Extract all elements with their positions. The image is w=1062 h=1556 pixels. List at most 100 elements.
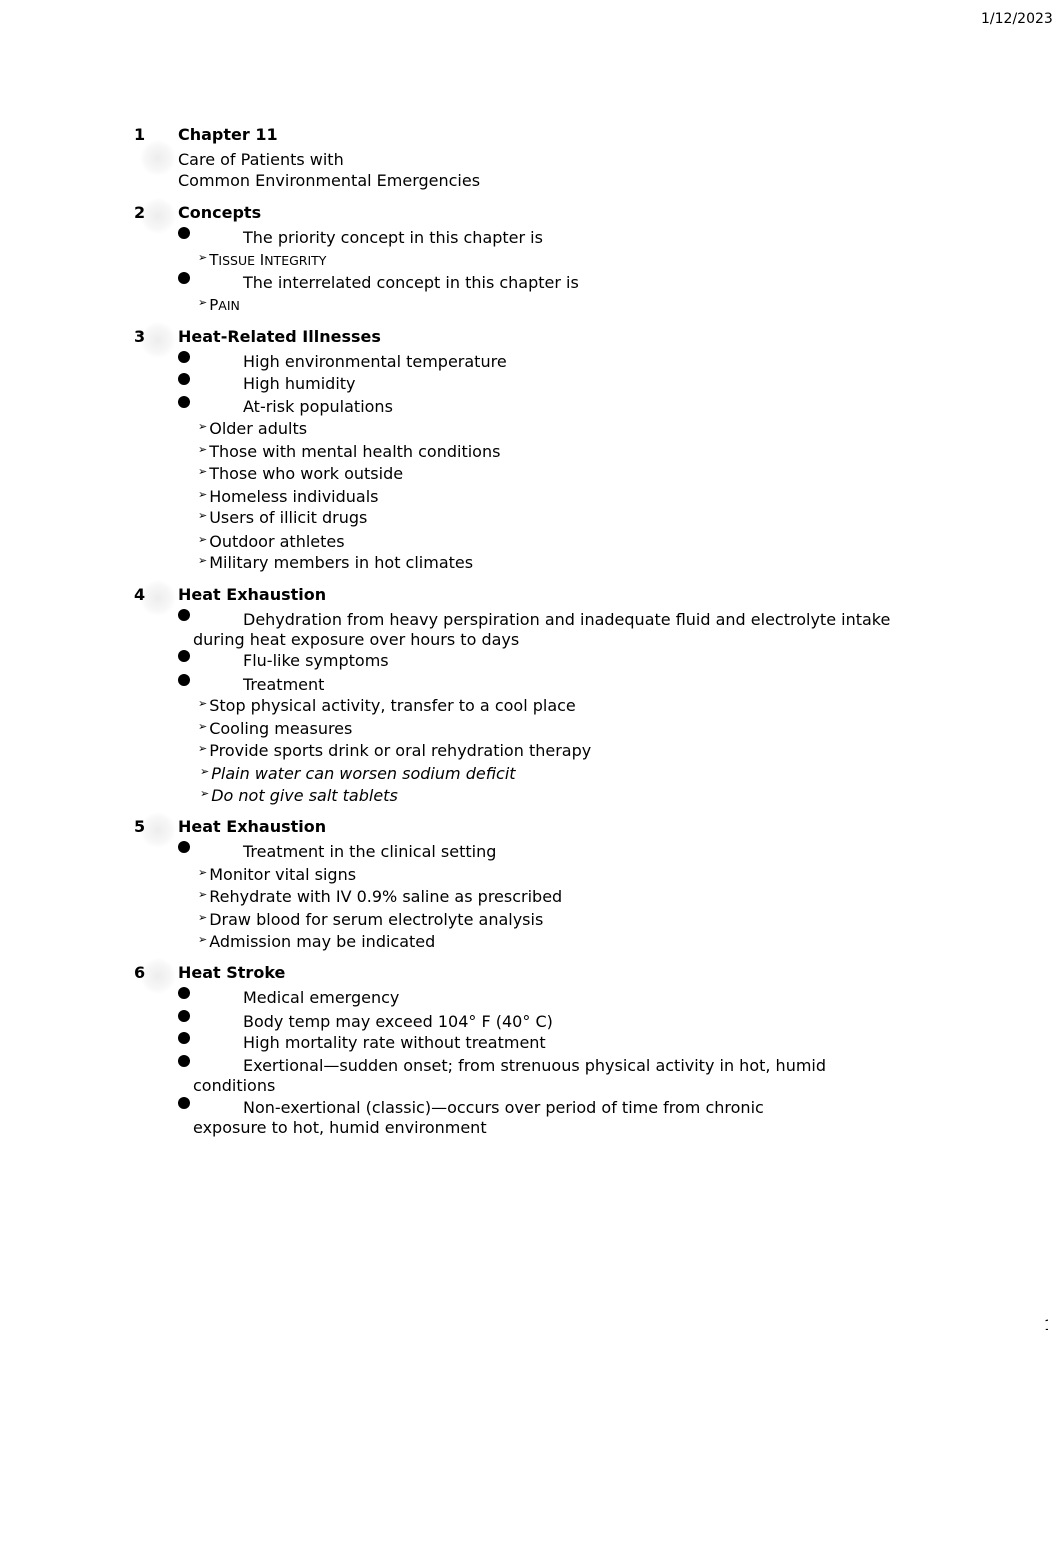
sub-bullet: ➢ TISSUE INTEGRITY xyxy=(198,250,326,269)
slide-thumbnail-shadow xyxy=(140,580,176,616)
sub-bullet-text: Do not give salt tablets xyxy=(211,786,398,805)
sub-bullet: ➢ Military members in hot climates xyxy=(198,553,473,572)
sub-bullet-text: Provide sports drink or oral rehydration… xyxy=(209,741,592,760)
sub-bullet: ➢ Users of illicit drugs xyxy=(198,508,367,527)
slide-number: 3 xyxy=(134,327,146,346)
arrow-bullet-icon: ➢ xyxy=(198,888,208,901)
arrow-bullet-icon: ➢ xyxy=(198,251,208,264)
arrow-bullet-icon: ➢ xyxy=(198,866,208,879)
arrow-bullet-icon: ➢ xyxy=(198,697,208,710)
arrow-bullet-icon: ➢ xyxy=(198,554,208,567)
arrow-bullet-icon: ➢ xyxy=(198,296,208,309)
bullet-text: At-risk populations xyxy=(243,397,393,416)
bullet-icon xyxy=(178,650,190,662)
arrow-bullet-icon: ➢ xyxy=(198,933,208,946)
bullet-text: The interrelated concept in this chapter… xyxy=(243,273,579,292)
sub-bullet: ➢ PAIN xyxy=(198,295,240,314)
arrow-bullet-icon: ➢ xyxy=(198,911,208,924)
sub-bullet: ➢ Homeless individuals xyxy=(198,487,379,506)
sub-bullet-text: Homeless individuals xyxy=(209,487,379,506)
sub-bullet-note: ➢ Do not give salt tablets xyxy=(200,786,398,805)
sub-bullet: ➢ Outdoor athletes xyxy=(198,532,345,551)
slide-thumbnail-shadow xyxy=(140,958,176,994)
sub-bullet-text: Those with mental health conditions xyxy=(209,442,501,461)
arrow-bullet-icon: ➢ xyxy=(198,742,208,755)
slide-thumbnail-shadow xyxy=(140,198,176,234)
sub-bullet: ➢ Draw blood for serum electrolyte analys… xyxy=(198,910,543,929)
bullet-text: Body temp may exceed 104° F (40° C) xyxy=(243,1012,553,1031)
bullet-text: Medical emergency xyxy=(243,988,400,1007)
bullet-icon xyxy=(178,841,190,853)
bullet-text: High environmental temperature xyxy=(243,352,507,371)
sub-bullet-text: Plain water can worsen sodium deficit xyxy=(211,764,516,783)
slide-number: 1 xyxy=(134,125,146,144)
bullet-text: The priority concept in this chapter is xyxy=(243,228,543,247)
sub-bullet: ➢ Rehydrate with IV 0.9% saline as prescr… xyxy=(198,887,562,906)
sub-bullet: ➢ Older adults xyxy=(198,419,307,438)
sub-bullet: ➢ Cooling measures xyxy=(198,719,352,738)
sub-bullet-text: Military members in hot climates xyxy=(209,553,474,572)
bullet-text: Non-exertional (classic)—occurs over per… xyxy=(193,1098,764,1137)
sub-bullet: ➢ Those who work outside xyxy=(198,464,403,483)
slide-thumbnail-shadow xyxy=(140,812,176,848)
arrow-bullet-icon: ➢ xyxy=(198,720,208,733)
sub-bullet-text: Those who work outside xyxy=(209,464,404,483)
bullet-text: High mortality rate without treatment xyxy=(243,1033,546,1052)
bullet-icon xyxy=(178,272,190,284)
bullet-text: Flu-like symptoms xyxy=(243,651,389,670)
arrow-bullet-icon: ➢ xyxy=(200,765,210,778)
bullet-icon xyxy=(178,227,190,239)
slide-title: Heat Stroke xyxy=(178,963,286,982)
bullet-icon xyxy=(178,1032,190,1044)
bullet-icon xyxy=(178,987,190,999)
slide-title: Heat Exhaustion xyxy=(178,817,327,836)
sub-bullet: ➢ Monitor vital signs xyxy=(198,865,356,884)
arrow-bullet-icon: ➢ xyxy=(198,488,208,501)
sub-bullet: ➢ Admission may be indicated xyxy=(198,932,435,951)
arrow-bullet-icon: ➢ xyxy=(198,465,208,478)
bullet-icon xyxy=(178,1055,190,1067)
sub-bullet-text: Rehydrate with IV 0.9% saline as prescri… xyxy=(209,887,563,906)
sub-bullet: ➢ Those with mental health conditions xyxy=(198,442,500,461)
bullet-icon xyxy=(178,609,190,621)
sub-bullet-text: Stop physical activity, transfer to a co… xyxy=(209,696,576,715)
slide-number: 2 xyxy=(134,203,146,222)
bullet-text: Exertional—sudden onset; from strenuous … xyxy=(193,1056,827,1095)
slide-title: Concepts xyxy=(178,203,262,222)
slide-thumbnail-shadow xyxy=(140,322,176,358)
arrow-bullet-icon: ➢ xyxy=(198,420,208,433)
slide-thumbnail-shadow xyxy=(140,140,176,176)
sub-bullet-text: Outdoor athletes xyxy=(209,532,345,551)
sub-bullet-text: Draw blood for serum electrolyte analysi… xyxy=(209,910,544,929)
bullet-text: Treatment in the clinical setting xyxy=(243,842,497,861)
bullet-icon xyxy=(178,1010,190,1022)
sub-bullet: ➢ Provide sports drink or oral rehydratio… xyxy=(198,741,591,760)
page-number: 1 xyxy=(1044,1318,1048,1334)
sub-bullet-text: Users of illicit drugs xyxy=(209,508,368,527)
bullet-text: High humidity xyxy=(243,374,356,393)
sub-bullet-text: Monitor vital signs xyxy=(209,865,357,884)
slide-title: Heat-Related Illnesses xyxy=(178,327,381,346)
slide-number: 4 xyxy=(134,585,146,604)
sub-bullet-text: Older adults xyxy=(209,419,308,438)
bullet-icon xyxy=(178,1097,190,1109)
arrow-bullet-icon: ➢ xyxy=(198,509,208,522)
print-date: 1/12/2023 xyxy=(981,11,1053,27)
slide-subtitle-line: Care of Patients with xyxy=(178,150,344,169)
bullet-icon xyxy=(178,373,190,385)
slide-title: Chapter 11 xyxy=(178,125,278,144)
slide-number: 6 xyxy=(134,963,146,982)
slide-number: 5 xyxy=(134,817,146,836)
bullet-icon xyxy=(178,674,190,686)
slide-title: Heat Exhaustion xyxy=(178,585,327,604)
arrow-bullet-icon: ➢ xyxy=(198,533,208,546)
slide-subtitle-line: Common Environmental Emergencies xyxy=(178,171,481,190)
bullet-icon xyxy=(178,396,190,408)
sub-bullet: ➢ Stop physical activity, transfer to a c… xyxy=(198,696,576,715)
sub-bullet-text: Cooling measures xyxy=(209,719,353,738)
sub-bullet-text: PAIN xyxy=(209,296,240,314)
arrow-bullet-icon: ➢ xyxy=(198,443,208,456)
bullet-icon xyxy=(178,351,190,363)
bullet-text: Treatment xyxy=(243,675,325,694)
sub-bullet-text: Admission may be indicated xyxy=(209,932,436,951)
